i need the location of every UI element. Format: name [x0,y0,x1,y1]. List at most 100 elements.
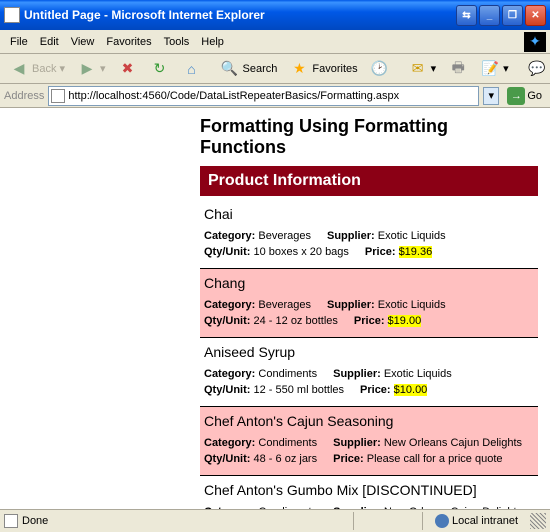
refresh-icon: ↻ [150,59,170,79]
supplier-value: Exotic Liquids [384,368,452,380]
category-value: Condiments [258,368,317,380]
category-label: Category: [204,506,255,509]
qtyunit-value: 48 - 6 oz jars [254,453,318,465]
content-area[interactable]: Formatting Using Formatting Functions Pr… [0,108,550,509]
home-button[interactable]: ⌂ [177,56,207,82]
zone-label: Local intranet [452,515,518,527]
supplier-value: Exotic Liquids [378,230,446,242]
discuss-icon: 💬 [527,59,547,79]
menu-favorites[interactable]: Favorites [100,34,157,50]
toolbar: ◀Back▾ ▶▾ ✖ ↻ ⌂ 🔍Search ★Favorites 🕑 ✉▾ … [0,54,550,84]
forward-icon: ▶ [77,59,97,79]
supplier-label: Supplier: [327,230,375,242]
back-button[interactable]: ◀Back▾ [4,56,70,82]
category-value: Condiments [258,437,317,449]
qtyunit-value: 10 boxes x 20 bags [254,246,349,258]
status-text: Done [22,515,349,527]
favorites-button[interactable]: ★Favorites [284,56,362,82]
refresh-button[interactable]: ↻ [145,56,175,82]
stop-button[interactable]: ✖ [113,56,143,82]
home-icon: ⌂ [182,59,202,79]
qtyunit-value: 12 - 550 ml bottles [254,384,345,396]
supplier-label: Supplier: [333,437,381,449]
back-icon: ◀ [9,59,29,79]
star-icon: ★ [289,59,309,79]
qtyunit-label: Qty/Unit: [204,384,250,396]
price-value: $10.00 [394,384,428,396]
page-icon [51,89,65,103]
price-label: Price: [333,453,364,465]
category-label: Category: [204,368,255,380]
resize-grip[interactable] [530,513,546,529]
price-label: Price: [360,384,391,396]
price-value: Please call for a price quote [367,453,503,465]
discuss-button[interactable]: 💬 [522,56,550,82]
menu-view[interactable]: View [65,34,101,50]
supplier-label: Supplier: [327,299,375,311]
chevron-down-icon: ▾ [489,89,495,102]
menu-help[interactable]: Help [195,34,230,50]
stop-icon: ✖ [118,59,138,79]
category-value: Condiments [258,506,317,509]
mail-button[interactable]: ✉▾ [403,56,442,82]
category-label: Category: [204,299,255,311]
edit-icon: 📝 [480,59,500,79]
ie-logo: ✦ [524,32,546,52]
window-title: Untitled Page - Microsoft Internet Explo… [24,8,456,22]
category-value: Beverages [258,230,311,242]
menu-edit[interactable]: Edit [34,34,65,50]
supplier-label: Supplier: [333,368,381,380]
statusbar: Done Local intranet [0,509,550,532]
history-icon: 🕑 [370,59,390,79]
titlebar: Untitled Page - Microsoft Internet Explo… [0,0,550,30]
menu-file[interactable]: File [4,34,34,50]
address-bar: Address http://localhost:4560/Code/DataL… [0,84,550,108]
edit-button[interactable]: 📝▾ [475,56,514,82]
address-url: http://localhost:4560/Code/DataListRepea… [68,90,476,102]
address-label: Address [4,90,44,102]
app-icon [4,7,20,23]
product-name: Chef Anton's Gumbo Mix [DISCONTINUED] [204,482,534,498]
chevron-down-icon: ▾ [100,62,106,75]
restore-button[interactable]: ❐ [502,5,523,26]
product-item: Chef Anton's Cajun SeasoningCategory: Co… [200,407,538,476]
qtyunit-label: Qty/Unit: [204,246,250,258]
price-value: $19.36 [399,246,433,258]
forward-button[interactable]: ▶▾ [72,56,111,82]
print-button[interactable]: 🖶 [443,56,473,82]
qtyunit-label: Qty/Unit: [204,315,250,327]
history-button[interactable]: 🕑 [365,56,395,82]
supplier-label: Supplier: [333,506,381,509]
mail-icon: ✉ [408,59,428,79]
price-value: $19.00 [388,315,422,327]
address-field[interactable]: http://localhost:4560/Code/DataListRepea… [48,86,479,106]
supplier-value: New Orleans Cajun Delights [384,506,522,509]
category-label: Category: [204,230,255,242]
menubar: File Edit View Favorites Tools Help ✦ [0,30,550,54]
qtyunit-value: 24 - 12 oz bottles [254,315,338,327]
address-dropdown[interactable]: ▾ [483,87,499,105]
category-label: Category: [204,437,255,449]
price-label: Price: [354,315,385,327]
qtyunit-label: Qty/Unit: [204,453,250,465]
section-header: Product Information [200,166,538,196]
close-button[interactable]: ✕ [525,5,546,26]
minimize-button[interactable]: _ [479,5,500,26]
status-icon [4,514,18,528]
chevron-down-icon: ▾ [503,62,509,75]
category-value: Beverages [258,299,311,311]
supplier-value: Exotic Liquids [378,299,446,311]
security-zone: Local intranet [427,514,526,528]
search-icon: 🔍 [220,59,240,79]
product-name: Aniseed Syrup [204,344,534,360]
product-name: Chang [204,275,534,291]
print-icon: 🖶 [448,59,468,79]
supplier-value: New Orleans Cajun Delights [384,437,522,449]
product-item: Chang Category: Beverages Supplier: Exotic… [200,269,538,338]
search-button[interactable]: 🔍Search [215,56,283,82]
sync-button[interactable]: ⇆ [456,5,477,26]
go-button[interactable]: →Go [503,87,546,105]
menu-tools[interactable]: Tools [158,34,196,50]
price-label: Price: [365,246,396,258]
product-item: Chef Anton's Gumbo Mix [DISCONTINUED] Cat… [200,476,538,509]
